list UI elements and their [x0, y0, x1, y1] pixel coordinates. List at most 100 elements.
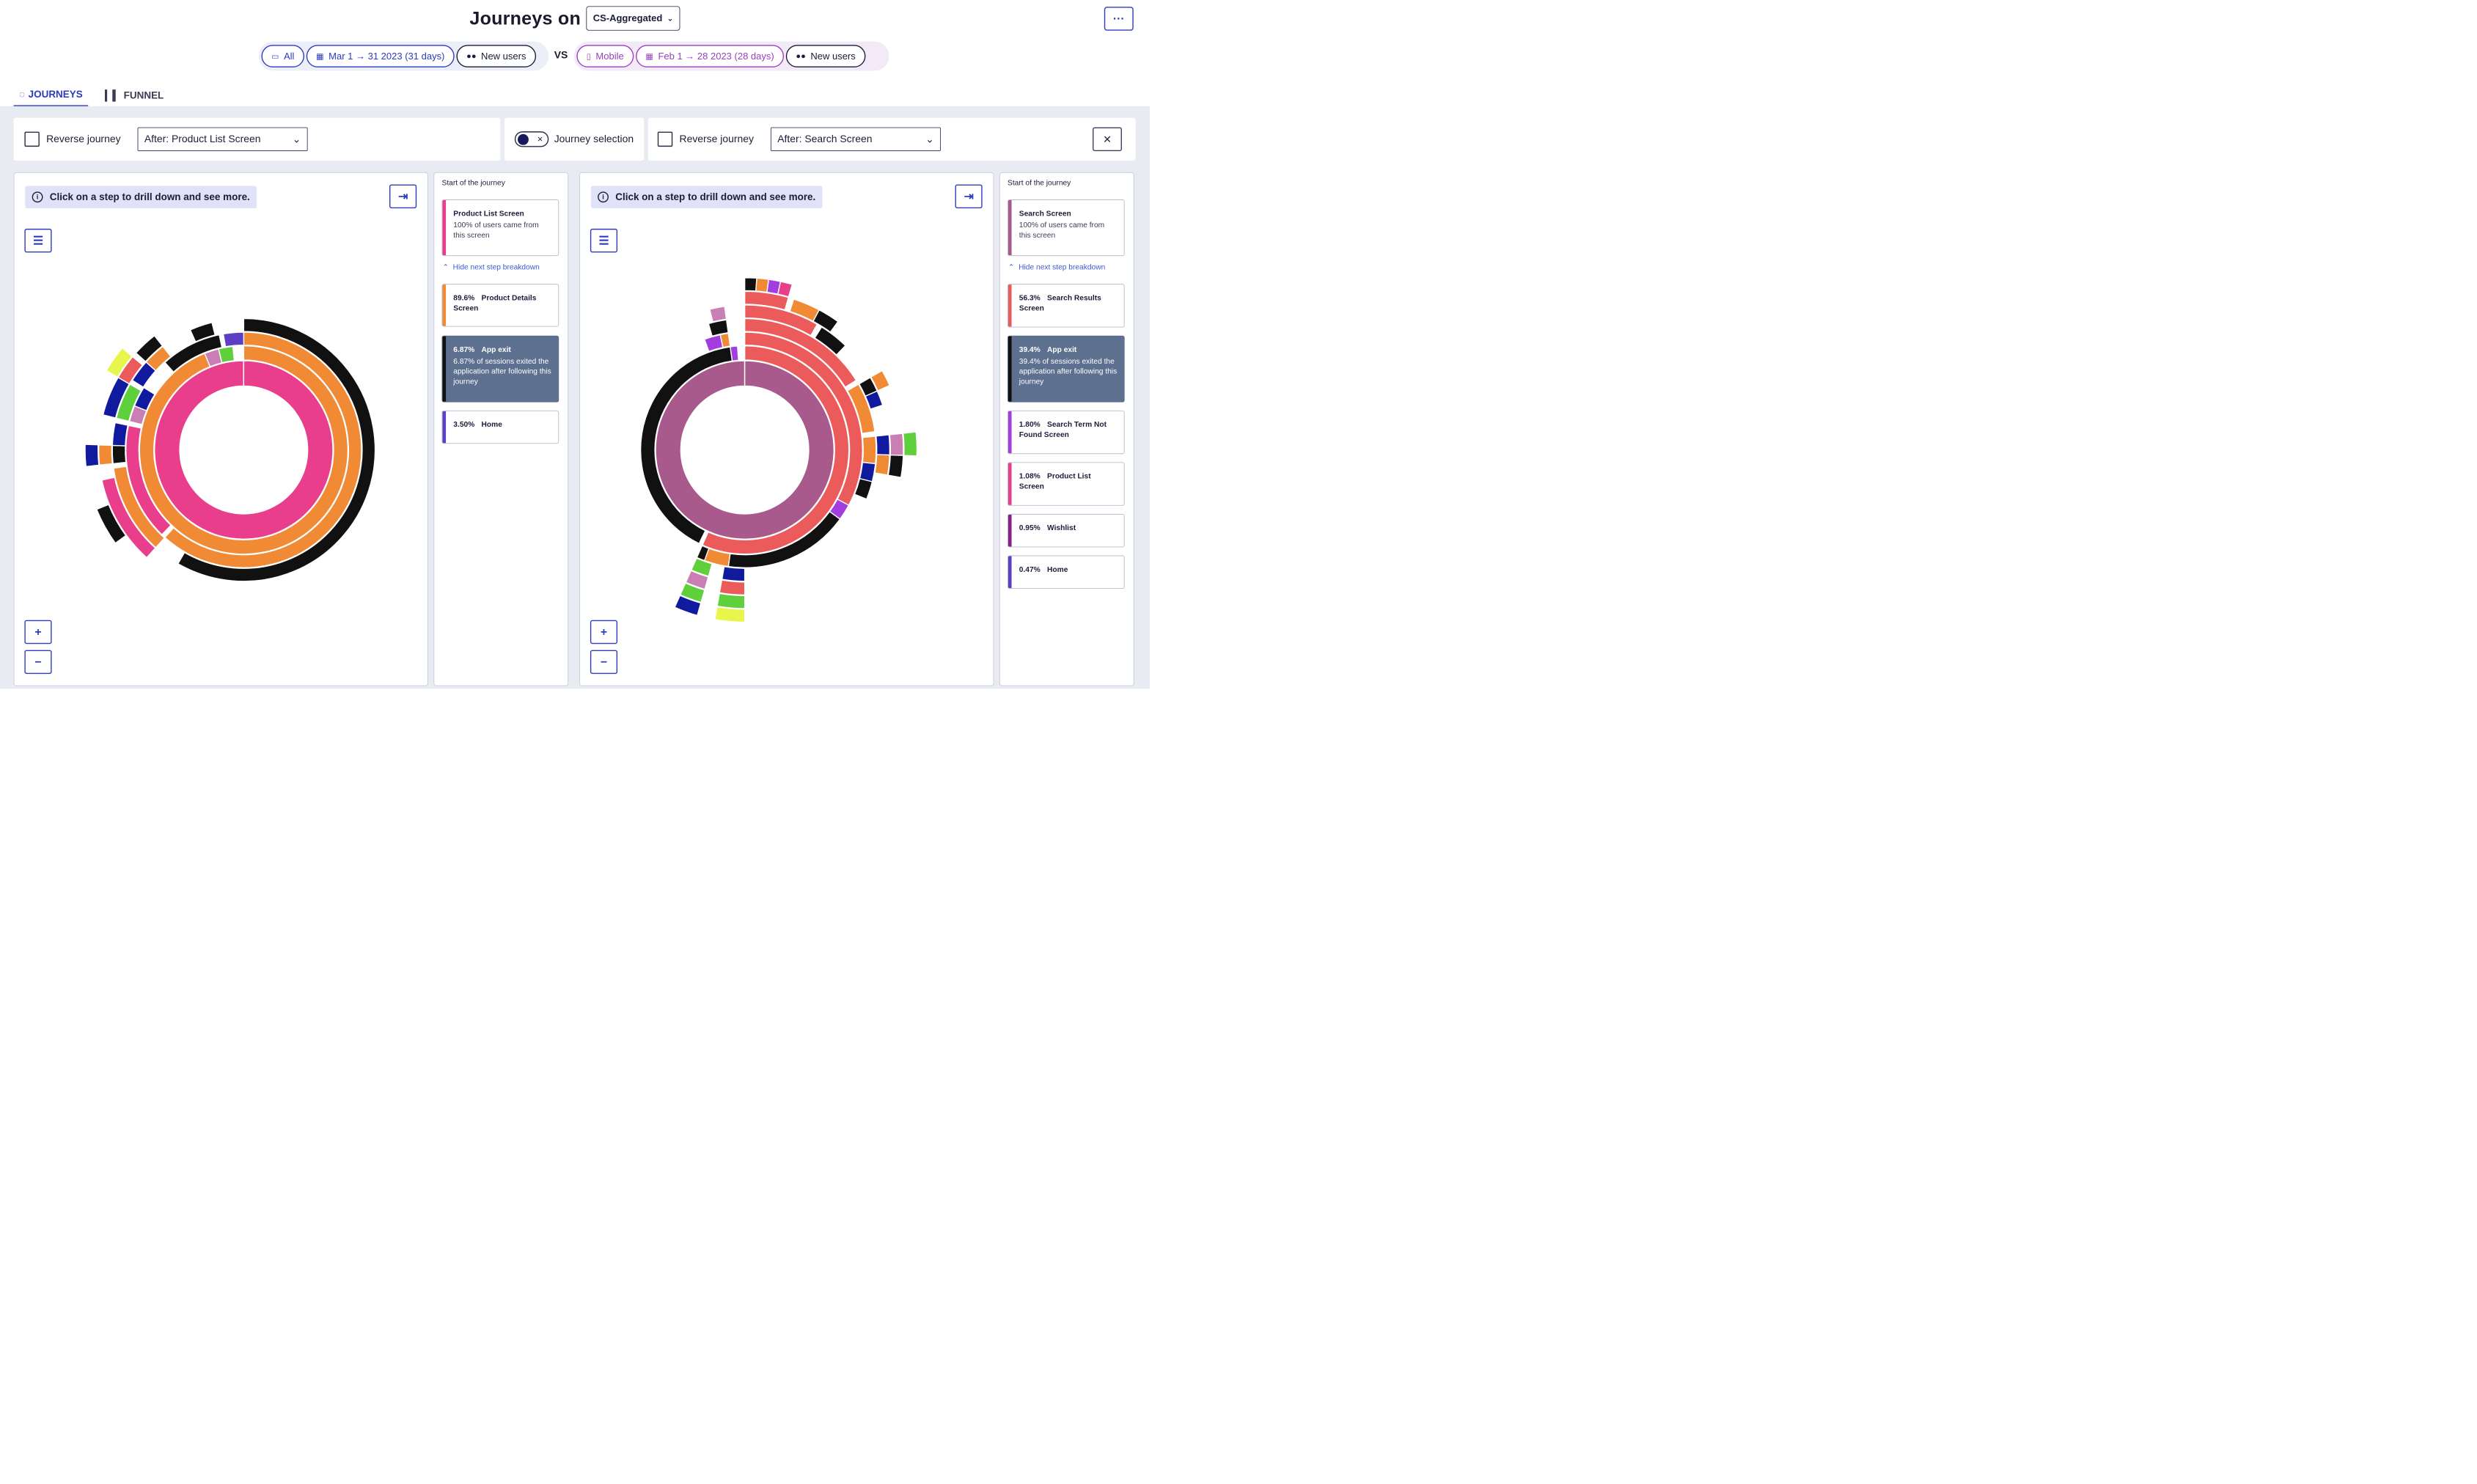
sunburst-segment[interactable]: [111, 444, 127, 465]
sunburst-segment[interactable]: [719, 579, 746, 596]
ring-icon: ◌: [18, 89, 25, 100]
sunburst-segment[interactable]: [862, 436, 877, 465]
sunburst-segment[interactable]: [714, 606, 746, 623]
sunburst-chart-right[interactable]: [580, 173, 994, 687]
step-select-right[interactable]: After: Search Screen ⌄: [770, 127, 942, 152]
journey-selection-label: Journey selection: [554, 133, 634, 145]
audience-chip-b[interactable]: ●● New users: [785, 45, 866, 67]
color-swatch: [1008, 556, 1012, 589]
more-icon: ···: [1112, 12, 1125, 26]
toggle-knob: [518, 133, 529, 145]
sunburst-chart-left[interactable]: [14, 173, 428, 687]
date-range-chip-a-label: Mar 1 → 31 2023 (31 days): [329, 51, 445, 62]
step-select-left[interactable]: After: Product List Screen ⌄: [137, 127, 308, 152]
platform-chip-a[interactable]: ▭ All: [261, 45, 304, 67]
page-title: Journeys on: [469, 8, 581, 29]
tab-journeys-label: JOURNEYS: [28, 89, 83, 100]
right-controls: Reverse journey After: Search Screen ⌄ ×: [647, 117, 1136, 161]
minus-icon: −: [34, 655, 42, 669]
step-select-right-value: After: Search Screen: [777, 133, 873, 145]
chevron-up-icon: ⌃: [1008, 262, 1015, 271]
zoom-in-button-left[interactable]: +: [24, 620, 52, 644]
sunburst-segment[interactable]: [887, 454, 904, 479]
sunburst-segment[interactable]: [721, 565, 746, 582]
zoom-out-button-left[interactable]: −: [24, 650, 52, 675]
color-swatch: [1008, 514, 1012, 547]
vs-label: VS: [554, 49, 568, 61]
sunburst-segment[interactable]: [876, 434, 891, 456]
reverse-journey-checkbox-right[interactable]: [657, 131, 673, 147]
minus-icon: −: [600, 655, 608, 669]
step-card-right-0[interactable]: 56.3% Search Results Screen: [1008, 284, 1125, 328]
step-pct: 39.4%: [1019, 345, 1041, 354]
plus-icon: +: [34, 625, 42, 639]
audience-chip-a-label: New users: [481, 51, 526, 62]
date-range-chip-b[interactable]: ▦ Feb 1 → 28 2023 (28 days): [635, 45, 785, 67]
sunburst-segment-home[interactable]: [222, 331, 245, 348]
sunburst-segment[interactable]: [902, 431, 918, 457]
sunburst-center[interactable]: [180, 386, 308, 514]
step-pct: 6.87%: [453, 345, 475, 354]
platform-chip-b-label: Mobile: [595, 51, 624, 62]
reverse-journey-checkbox-left[interactable]: [24, 131, 40, 147]
date-range-chip-b-label: Feb 1 → 28 2023 (28 days): [658, 51, 774, 62]
journey-selection-toggle[interactable]: ×: [514, 131, 549, 147]
step-card-right-4[interactable]: 0.95% Wishlist: [1008, 513, 1125, 548]
color-swatch: [442, 284, 447, 326]
more-options-button[interactable]: ···: [1104, 7, 1134, 31]
chevron-up-icon: ⌃: [442, 262, 449, 271]
chevron-down-icon: ⌄: [925, 133, 934, 145]
sunburst-segment[interactable]: [84, 444, 100, 468]
start-step-desc-right: 100% of users came from this screen: [1019, 220, 1105, 240]
sunburst-segment[interactable]: [730, 345, 739, 362]
color-swatch: [1008, 411, 1012, 454]
view-tabs: ◌ JOURNEYS ▎▍ FUNNEL: [13, 84, 169, 107]
right-chart-panel: i Click on a step to drill down and see …: [579, 172, 994, 686]
hide-breakdown-link-right[interactable]: ⌃ Hide next step breakdown: [1008, 262, 1105, 271]
sunburst-segment[interactable]: [716, 592, 746, 609]
sunburst-segment[interactable]: [812, 309, 839, 333]
step-name: App exit: [1047, 345, 1077, 354]
tab-journeys[interactable]: ◌ JOURNEYS: [13, 84, 89, 107]
step-card-left-2[interactable]: 3.50% Home: [441, 410, 559, 444]
tab-funnel[interactable]: ▎▍ FUNNEL: [100, 84, 169, 107]
breakdown-title-right: Start of the journey: [1008, 178, 1071, 187]
step-card-left-0[interactable]: 89.6% Product Details Screen: [441, 284, 559, 327]
sunburst-segment[interactable]: [777, 281, 793, 298]
zoom-out-button-right[interactable]: −: [590, 650, 618, 675]
sunburst-segment[interactable]: [744, 277, 757, 292]
start-step-card-left[interactable]: Product List Screen 100% of users came f…: [441, 199, 559, 257]
step-pct: 1.08%: [1019, 471, 1041, 480]
sunburst-segment[interactable]: [111, 422, 129, 447]
journey-selection-control: × Journey selection: [504, 117, 645, 161]
close-icon: ×: [1103, 131, 1112, 147]
left-breakdown-panel: Start of the journey Product List Screen…: [433, 172, 569, 686]
hide-breakdown-link-left[interactable]: ⌃ Hide next step breakdown: [442, 262, 539, 271]
step-card-right-2[interactable]: 1.80% Search Term Not Found Screen: [1008, 410, 1125, 455]
zoom-in-button-right[interactable]: +: [590, 620, 618, 644]
sunburst-segment[interactable]: [98, 444, 114, 466]
close-comparison-button[interactable]: ×: [1093, 127, 1122, 152]
hide-breakdown-link-right-label: Hide next step breakdown: [1019, 262, 1106, 271]
date-range-chip-a[interactable]: ▦ Mar 1 → 31 2023 (31 days): [306, 45, 455, 67]
breakdown-title-left: Start of the journey: [441, 178, 505, 187]
start-step-card-right[interactable]: Search Screen 100% of users came from th…: [1008, 199, 1125, 257]
step-pct: 89.6%: [453, 293, 475, 302]
sunburst-segment[interactable]: [218, 345, 235, 364]
step-card-right-5[interactable]: 0.47% Home: [1008, 555, 1125, 589]
sunburst-segment[interactable]: [889, 433, 904, 456]
close-icon: ×: [537, 133, 543, 144]
step-card-right-3[interactable]: 1.08% Product List Screen: [1008, 462, 1125, 506]
chevron-down-icon: ⌄: [667, 14, 674, 23]
step-card-left-1[interactable]: 6.87% App exit 6.87% of sessions exited t…: [441, 335, 559, 403]
start-step-name-left: Product List Screen: [453, 209, 524, 218]
audience-chip-a[interactable]: ●● New users: [456, 45, 536, 67]
calendar-icon: ▦: [645, 51, 653, 61]
sunburst-center[interactable]: [680, 386, 809, 514]
users-icon: ●●: [796, 51, 806, 61]
platform-chip-b[interactable]: ▯ Mobile: [576, 45, 634, 67]
sunburst-segment[interactable]: [874, 454, 890, 476]
workspace-select[interactable]: CS-Aggregated ⌄: [586, 6, 680, 31]
sunburst-segment[interactable]: [708, 306, 727, 323]
step-card-right-1[interactable]: 39.4% App exit 39.4% of sessions exited t…: [1008, 335, 1125, 403]
